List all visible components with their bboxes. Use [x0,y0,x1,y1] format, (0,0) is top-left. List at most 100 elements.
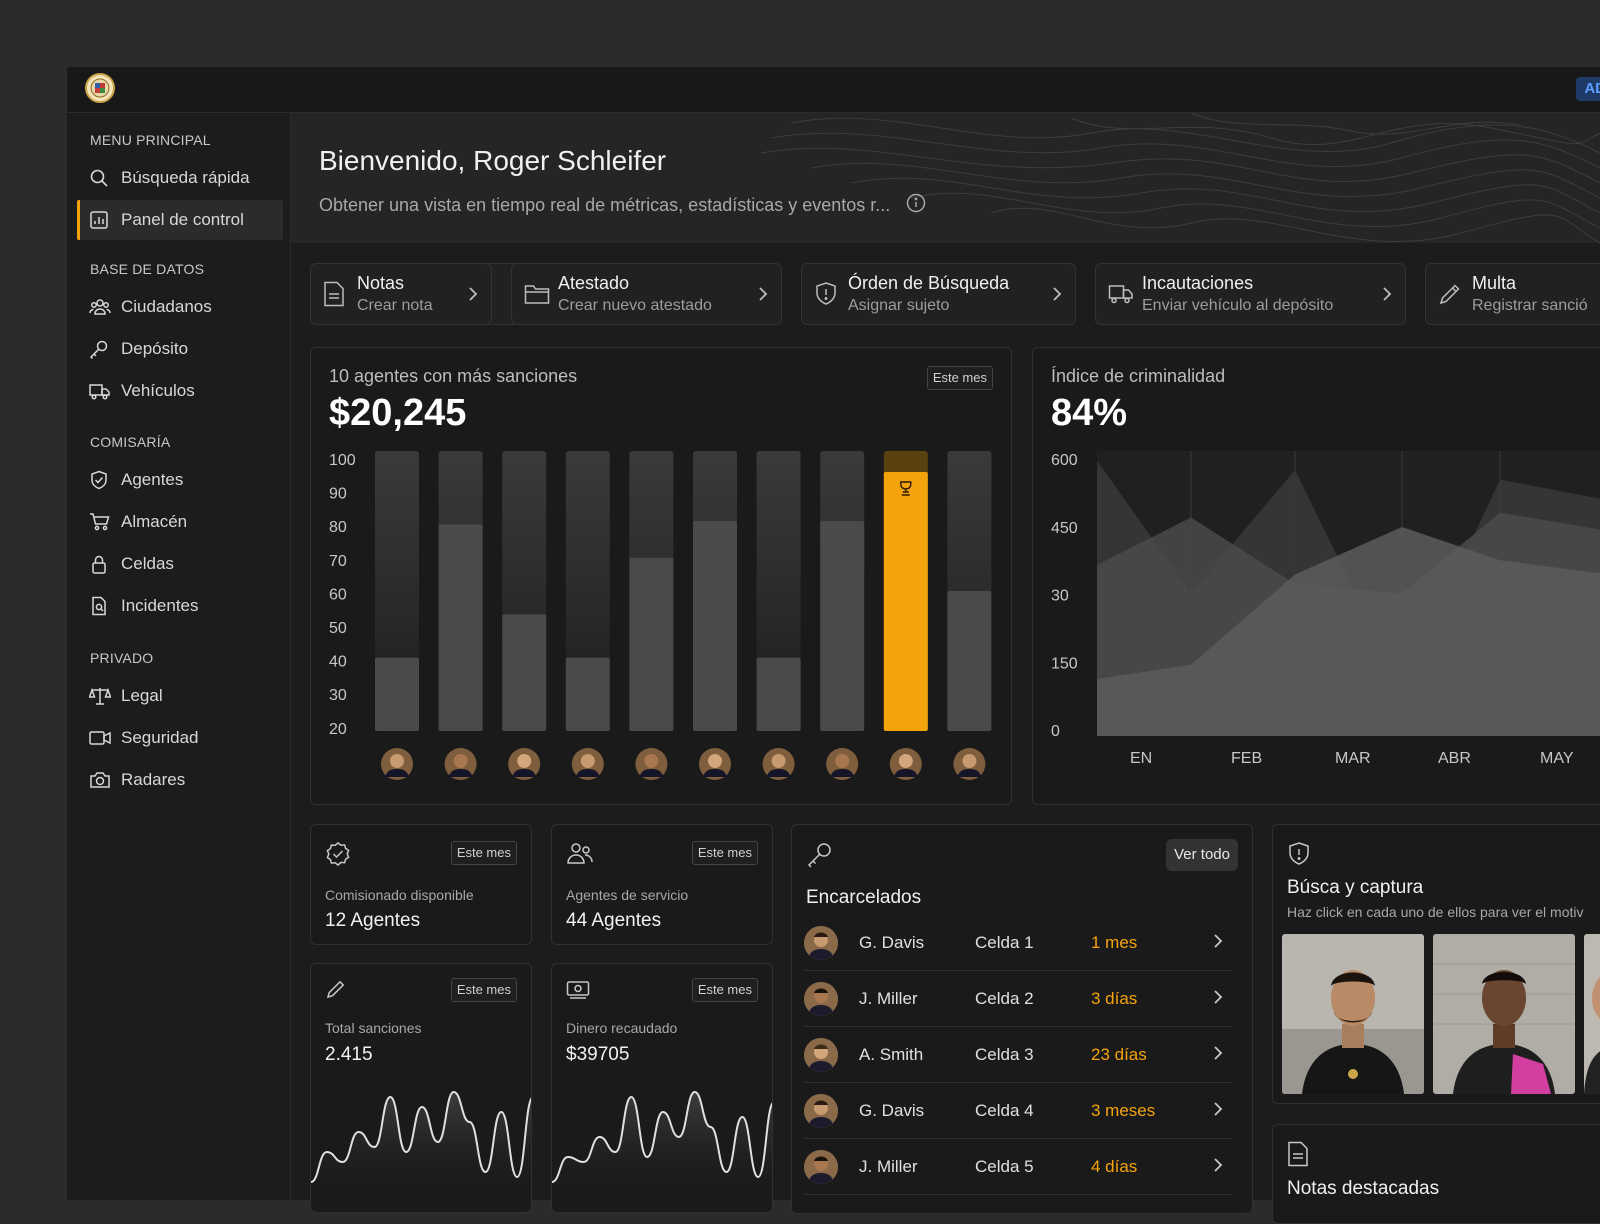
page-subtitle: Obtener una vista en tiempo real de métr… [319,193,926,218]
info-icon[interactable] [906,193,926,218]
list-item[interactable]: G. Davis Celda 4 3 meses [804,1083,1232,1139]
quick-action-orden-busqueda[interactable]: Órden de Búsqueda Asignar sujeto [801,263,1076,325]
quick-action-title: Multa [1472,273,1517,293]
users-icon [566,841,594,872]
sidebar-item-incidentes[interactable]: Incidentes [77,586,280,626]
lock-icon [89,553,111,575]
wanted-title: Búsca y captura [1287,877,1424,898]
sparkline-dinero [552,1090,772,1202]
sidebar-item-label: Vehículos [121,381,195,400]
list-item[interactable]: J. Miller Celda 5 4 días [804,1139,1232,1195]
sidebar-item-label: Ciudadanos [121,297,212,316]
top-agents-card: 10 agentes con más sanciones $20,245 Est… [310,347,1012,805]
section-title-base: BASE DE DATOS [90,261,205,277]
sidebar-item-almacen[interactable]: Almacén [77,502,280,542]
inmate-cell: Celda 5 [975,1156,1034,1176]
page-title: Bienvenido, Roger Schleifer [319,145,667,176]
chevron-right-icon [1212,1157,1224,1178]
wanted-photo[interactable] [1584,934,1600,1094]
inmate-time: 3 meses [1091,1100,1156,1120]
agent-avatar [571,748,604,780]
stat-card-agentes-servicio: Este mes Agentes de servicio 44 Agentes [551,824,773,945]
stat-card-dinero: Este mes Dinero recaudado $39705 [551,963,773,1213]
top-bar: AD [67,67,1600,113]
bar [629,557,674,731]
stat-card-total-sanciones: Este mes Total sanciones 2.415 [310,963,532,1213]
sidebar-item-seguridad[interactable]: Seguridad [77,718,280,758]
sidebar-item-ciudadanos[interactable]: Ciudadanos [77,287,280,327]
period-filter-pill[interactable]: Este mes [450,978,517,1002]
sidebar-item-label: Almacén [121,512,188,531]
sidebar-item-busqueda[interactable]: Búsqueda rápida [77,158,280,198]
sidebar-item-deposito[interactable]: Depósito [77,329,280,369]
sidebar-item-celdas[interactable]: Celdas [77,544,280,584]
shield-alert-icon [1287,841,1311,872]
sidebar-item-vehiculos[interactable]: Vehículos [77,371,280,411]
bar [947,591,992,731]
agent-avatar [762,748,795,780]
admin-badge[interactable]: AD [1576,77,1600,101]
y-tick-label: 600 [1051,452,1078,469]
avatar-face [644,754,659,768]
key-icon [806,841,834,874]
list-item[interactable]: J. Miller Celda 2 3 días [804,971,1232,1027]
note-icon [1287,1141,1309,1172]
file-search-icon [89,595,111,617]
sidebar-item-label: Incidentes [121,596,199,615]
sidebar: MENU PRINCIPAL Búsqueda rápida Panel de … [67,113,291,1200]
sidebar-item-label: Búsqueda rápida [121,168,250,187]
sidebar-item-label: Legal [121,686,163,705]
inmate-name: G. Davis [859,1100,925,1120]
avatar [804,925,838,960]
sidebar-item-agentes[interactable]: Agentes [77,460,280,500]
agent-avatar [635,748,668,780]
shield-alert-icon [814,281,840,307]
list-item[interactable]: G. Davis Celda 1 1 mes [804,915,1232,971]
wanted-photo[interactable] [1433,934,1575,1094]
chevron-right-icon [1381,286,1393,307]
stat-card-comisionado: Este mes Comisionado disponible 12 Agent… [310,824,532,945]
sidebar-item-radares[interactable]: Radares [77,760,280,800]
inmate-time: 4 días [1091,1156,1138,1176]
stat-label: Comisionado disponible [325,887,474,903]
avatar [804,1149,838,1184]
inmate-time: 3 días [1091,988,1138,1008]
wanted-photo[interactable] [1282,934,1424,1094]
section-title-privado: PRIVADO [90,650,154,666]
video-icon [89,727,111,749]
y-tick-label: 100 [329,452,356,469]
stat-value: 44 Agentes [566,910,662,931]
stat-label: Dinero recaudado [566,1020,678,1036]
inmate-cell: Celda 1 [975,932,1034,952]
chart-icon [89,209,111,231]
avatar-face [708,754,722,768]
section-title-comisaria: COMISARÍA [90,434,171,450]
y-tick-label: 150 [1051,655,1078,672]
stat-value: 2.415 [325,1044,373,1065]
agent-avatar [889,748,922,780]
inmate-name: J. Miller [859,1156,918,1176]
y-tick-label: 80 [329,519,347,536]
period-filter-pill[interactable]: Este mes [691,978,758,1002]
inmate-name: G. Davis [859,932,925,952]
sidebar-item-panel[interactable]: Panel de control [77,200,283,240]
chevron-right-icon [1212,933,1224,954]
bar [693,521,737,731]
shield-icon [89,469,111,491]
bar-chart: 100 90 80 70 60 50 40 30 20 [329,451,992,780]
list-item[interactable]: A. Smith Celda 3 23 días [804,1027,1232,1083]
sidebar-item-legal[interactable]: Legal [77,676,280,716]
view-all-button[interactable]: Ver todo [1166,839,1238,871]
quick-action-atestado[interactable]: Atestado Crear nuevo atestado [511,263,782,325]
bar [756,657,801,731]
period-filter-pill[interactable]: Este mes [691,841,758,865]
pencil-icon [1438,282,1464,306]
quick-action-notas[interactable]: Notas Crear nota [310,263,492,325]
avatar [804,981,838,1016]
agent-avatar [444,748,477,780]
quick-action-multa[interactable]: Multa Registrar sanció [1425,263,1600,325]
spark-area [552,1092,772,1202]
quick-action-incautaciones[interactable]: Incautaciones Enviar vehículo al depósito [1095,263,1406,325]
key-icon [89,338,111,360]
period-filter-pill[interactable]: Este mes [450,841,517,865]
